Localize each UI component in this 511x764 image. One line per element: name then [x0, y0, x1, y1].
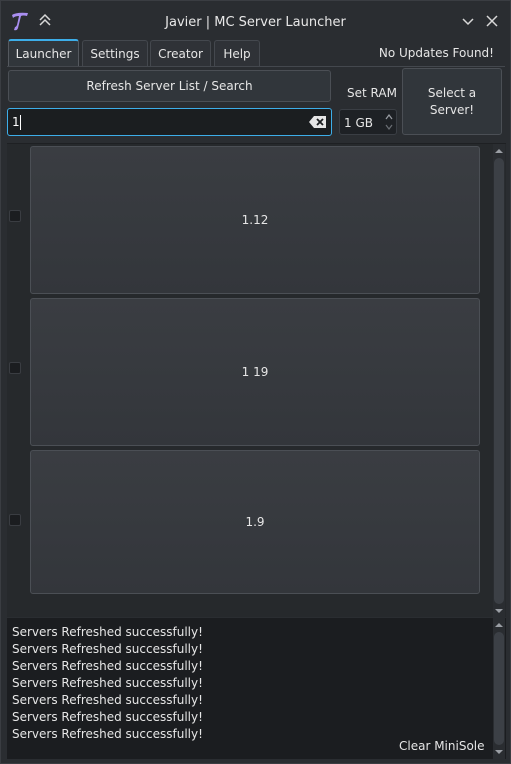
- title-bar[interactable]: Javier | MC Server Launcher: [1, 1, 510, 37]
- server-button[interactable]: 1.9: [30, 450, 480, 594]
- app-window: Javier | MC Server Launcher Launcher Set…: [0, 0, 511, 764]
- search-input[interactable]: 1: [7, 108, 332, 136]
- server-checkbox[interactable]: [9, 210, 21, 222]
- server-button[interactable]: 1 19: [30, 298, 480, 446]
- console-scrollbar[interactable]: [493, 618, 505, 759]
- scroll-down-icon[interactable]: [494, 606, 504, 616]
- server-checkbox[interactable]: [9, 362, 21, 374]
- clear-minisole-button[interactable]: Clear MiniSole: [399, 739, 485, 753]
- log-line: Servers Refreshed successfully!: [12, 625, 203, 639]
- log-line: Servers Refreshed successfully!: [12, 642, 203, 656]
- update-status: No Updates Found!: [378, 46, 494, 60]
- select-label-line1: Select a: [427, 85, 477, 100]
- log-line: Servers Refreshed successfully!: [12, 727, 203, 741]
- select-label-line2: Server!: [429, 102, 475, 117]
- tab-help[interactable]: Help: [214, 40, 260, 66]
- server-button[interactable]: 1.12: [30, 146, 480, 294]
- window-title: Javier | MC Server Launcher: [165, 15, 346, 30]
- minimize-chevron-icon[interactable]: [462, 15, 474, 27]
- clear-text-icon[interactable]: [309, 115, 327, 129]
- spin-down-icon[interactable]: [384, 122, 394, 132]
- ram-value: 1 GB: [344, 116, 373, 130]
- server-list-scrollbar[interactable]: [493, 144, 505, 618]
- refresh-search-button[interactable]: Refresh Server List / Search: [8, 70, 331, 102]
- tab-bar-divider: [7, 66, 505, 67]
- server-list[interactable]: 1.12 1 19 1.9: [7, 143, 506, 618]
- tab-settings[interactable]: Settings: [82, 40, 148, 66]
- scroll-down-icon[interactable]: [494, 747, 504, 757]
- ram-label: Set RAM: [347, 86, 397, 100]
- search-value: 1: [12, 115, 20, 129]
- tab-creator[interactable]: Creator: [150, 40, 211, 66]
- log-line: Servers Refreshed successfully!: [12, 659, 203, 673]
- log-line: Servers Refreshed successfully!: [12, 676, 203, 690]
- log-line: Servers Refreshed successfully!: [12, 710, 203, 724]
- scroll-up-icon[interactable]: [494, 146, 504, 156]
- scrollbar-thumb[interactable]: [494, 632, 504, 745]
- tab-launcher[interactable]: Launcher: [8, 39, 79, 67]
- scroll-up-icon[interactable]: [494, 620, 504, 630]
- log-line: Servers Refreshed successfully!: [12, 693, 203, 707]
- minisole-console[interactable]: Servers Refreshed successfully! Servers …: [7, 618, 506, 759]
- spin-up-icon[interactable]: [384, 112, 394, 122]
- server-checkbox[interactable]: [9, 514, 21, 526]
- select-server-button[interactable]: Select a Server!: [402, 68, 502, 135]
- close-icon[interactable]: [486, 15, 498, 27]
- scrollbar-thumb[interactable]: [494, 158, 504, 604]
- text-caret: [20, 115, 21, 130]
- ram-spinbox[interactable]: 1 GB: [339, 109, 397, 135]
